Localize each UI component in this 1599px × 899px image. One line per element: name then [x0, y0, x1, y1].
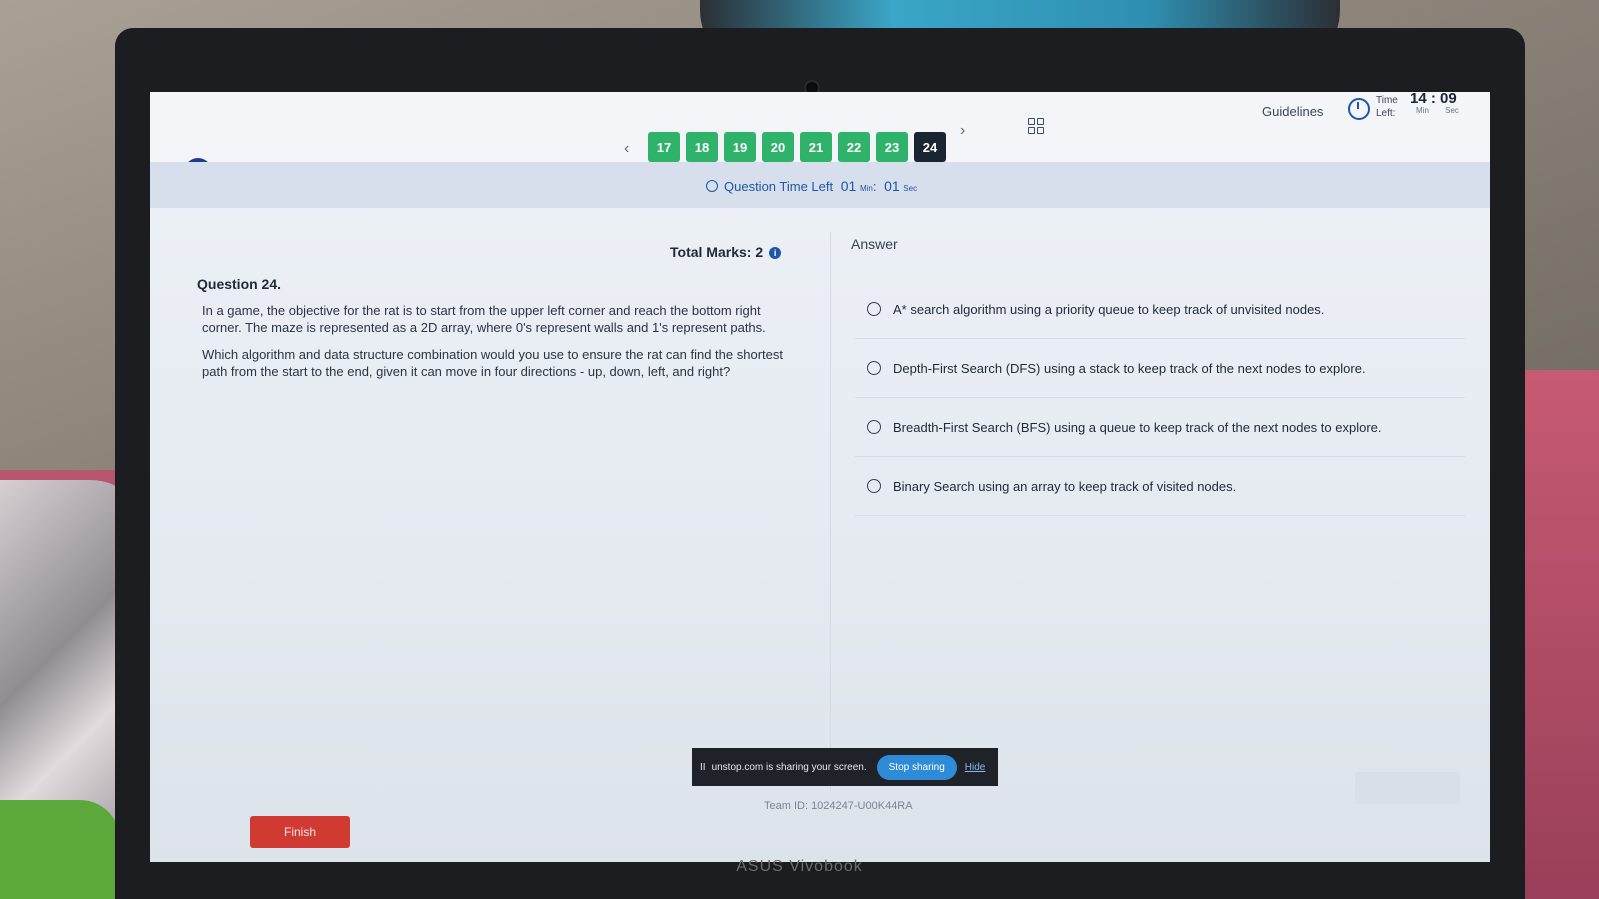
- question-paragraph-1: In a game, the objective for the rat is …: [202, 303, 766, 335]
- prev-question-icon[interactable]: ‹: [624, 140, 629, 158]
- next-question-icon[interactable]: ›: [960, 122, 965, 140]
- share-message: unstop.com is sharing your screen.: [711, 761, 867, 773]
- radio-icon[interactable]: [867, 420, 881, 434]
- answer-option-4[interactable]: Binary Search using an array to keep tra…: [855, 457, 1465, 516]
- question-time-seconds: 01: [884, 178, 900, 194]
- laptop-brand: ASUS Vivobook: [736, 858, 863, 875]
- answer-heading: Answer: [851, 236, 898, 252]
- question-nav-22[interactable]: 22: [838, 132, 870, 162]
- option-text: Depth-First Search (DFS) using a stack t…: [893, 360, 1366, 376]
- option-text: Breadth-First Search (BFS) using a queue…: [893, 419, 1382, 435]
- option-text: Binary Search using an array to keep tra…: [893, 478, 1237, 494]
- question-time-sec-unit: Sec: [903, 184, 918, 193]
- time-left-label: Time Left:: [1376, 95, 1398, 119]
- answer-options: A* search algorithm using a priority que…: [855, 280, 1465, 516]
- total-marks-label: Total Marks: 2: [670, 244, 764, 260]
- question-nav-23[interactable]: 23: [876, 132, 908, 162]
- question-time-left: Question Time Left 01 Min: 01 Sec: [706, 178, 917, 194]
- pause-icon: II: [700, 761, 706, 773]
- finish-button[interactable]: Finish: [250, 816, 350, 848]
- question-nav-18[interactable]: 18: [686, 132, 718, 162]
- question-number: Question 24.: [197, 276, 282, 292]
- question-text: In a game, the objective for the rat is …: [202, 302, 792, 390]
- question-navigator: 17 18 19 20 21 22 23 24: [648, 132, 946, 162]
- answer-option-1[interactable]: A* search algorithm using a priority que…: [855, 280, 1465, 339]
- guidelines-link[interactable]: Guidelines: [1262, 104, 1323, 119]
- option-text: A* search algorithm using a priority que…: [893, 301, 1325, 317]
- question-nav-21[interactable]: 21: [800, 132, 832, 162]
- laptop-screen: ‹ 17 18 19 20 21 22 23 24 › Guidelines T…: [150, 92, 1490, 862]
- question-time-minutes: 01: [840, 178, 857, 194]
- question-nav-17[interactable]: 17: [648, 132, 680, 162]
- foil-packet-label: [0, 800, 120, 899]
- time-units: Min Sec: [1416, 106, 1459, 115]
- radio-icon[interactable]: [867, 361, 881, 375]
- question-nav-19[interactable]: 19: [724, 132, 756, 162]
- question-time-label: Question Time Left: [724, 179, 834, 194]
- question-nav-20[interactable]: 20: [762, 132, 794, 162]
- stop-sharing-button[interactable]: Stop sharing: [876, 754, 957, 780]
- panel-divider: [830, 232, 831, 792]
- question-grid-icon[interactable]: [1028, 118, 1044, 134]
- total-marks: Total Marks: 2 i: [670, 244, 782, 260]
- clock-icon: [706, 180, 718, 192]
- stopwatch-icon: [1348, 98, 1370, 120]
- top-header: ‹ 17 18 19 20 21 22 23 24 › Guidelines T…: [150, 92, 1490, 162]
- screen-share-bar: II unstop.com is sharing your screen. St…: [692, 748, 998, 786]
- answer-option-2[interactable]: Depth-First Search (DFS) using a stack t…: [855, 339, 1465, 398]
- radio-icon[interactable]: [867, 302, 881, 316]
- info-icon[interactable]: i: [769, 247, 782, 259]
- time-left-value: 14 : 09: [1410, 92, 1457, 107]
- question-paragraph-2: Which algorithm and data structure combi…: [202, 347, 783, 379]
- question-nav-24-current[interactable]: 24: [914, 132, 946, 162]
- question-time-min-unit: Min: [859, 184, 873, 193]
- next-button[interactable]: [1355, 772, 1460, 804]
- answer-option-3[interactable]: Breadth-First Search (BFS) using a queue…: [855, 398, 1465, 457]
- hide-link[interactable]: Hide: [965, 762, 986, 773]
- team-id: Team ID: 1024247-U00K44RA: [764, 800, 913, 812]
- radio-icon[interactable]: [867, 479, 881, 493]
- question-timer-bar: Question Time Left 01 Min: 01 Sec: [150, 162, 1490, 208]
